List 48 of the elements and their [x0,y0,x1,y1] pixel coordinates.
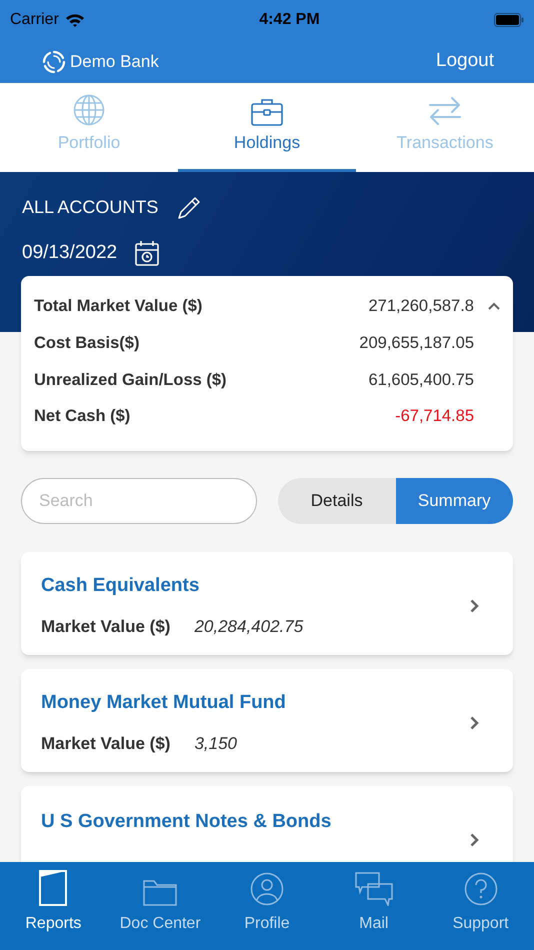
briefcase-icon [251,98,283,126]
search-field[interactable]: Search [21,478,257,524]
wifi-icon [64,12,85,28]
folder-icon [143,878,178,906]
market-value: 20,284,402.75 [194,616,304,638]
nav-item[interactable]: Reports [0,862,107,950]
chat-bubbles-icon [354,872,393,906]
calendar-icon [135,240,160,266]
nav-item[interactable]: Profile [214,862,320,950]
market-value: 3,150 [194,733,237,755]
summary-value: 61,605,400.75 [368,370,474,390]
clock-time: 4:42 PM [259,10,320,30]
summary-label: Cost Basis($) [34,332,140,354]
chevron-right-icon [470,598,479,612]
market-value-label: Market Value ($) [41,733,170,755]
date-label: 09/13/2022 [22,241,118,265]
chevron-right-icon [470,832,479,846]
nav-item[interactable]: Support [427,862,534,950]
holding-card[interactable]: Cash Equivalents Market Value ($) 20,284,402.75 [21,552,513,655]
nav-item[interactable]: Mail [320,862,428,950]
logout-button[interactable]: Logout [436,47,494,76]
summary-value: 209,655,187.05 [359,332,474,354]
pencil-icon [176,194,202,220]
view-toggle-option[interactable]: Details [278,478,396,524]
help-icon [464,872,498,906]
logo-icon [42,50,66,74]
summary-label: Net Cash ($) [34,406,132,428]
holding-title: U S Government Notes & Bonds [41,810,332,834]
holding-card[interactable]: U S Government Notes & Bonds [21,786,513,862]
nav-item[interactable]: Doc Center [106,862,214,950]
summary-value: 271,260,587.8 [368,296,474,317]
battery-icon [494,13,524,27]
holding-title: Cash Equivalents [41,574,200,598]
summary-label: Total Market Value ($) [34,296,204,317]
document-icon [39,870,68,906]
brand-name: Demo Bank [70,50,159,73]
summary-label: Unrealized Gain/Loss ($) [34,370,228,390]
account-name: ALL ACCOUNTS [22,196,158,219]
carrier-label: Carrier [10,10,59,30]
swap-arrows-icon [428,96,462,126]
summary-value: -67,714.85 [395,406,474,428]
view-toggle-option[interactable]: Summary [396,478,513,524]
market-value-label: Market Value ($) [41,616,170,638]
chevron-right-icon [470,716,479,730]
holding-title: Money Market Mutual Fund [41,690,287,714]
user-icon [250,872,284,906]
globe-icon [73,94,105,126]
holding-card[interactable]: Money Market Mutual Fund Market Value ($) 3,150 [21,669,513,772]
